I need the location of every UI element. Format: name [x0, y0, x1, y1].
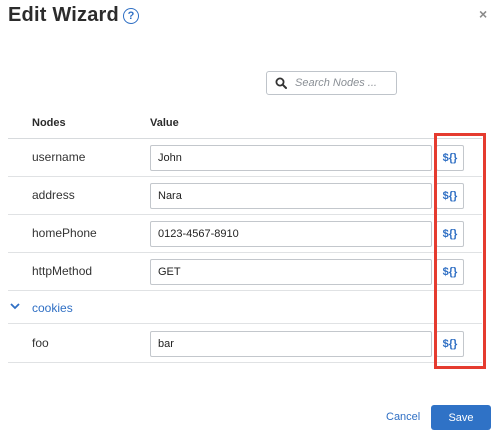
table-header: Nodes Value: [8, 110, 482, 139]
table-row: httpMethod ${}: [8, 253, 482, 291]
cancel-button[interactable]: Cancel: [386, 411, 420, 423]
node-label: address: [32, 188, 75, 202]
column-header-value: Value: [150, 117, 179, 129]
close-icon[interactable]: ×: [479, 6, 487, 22]
search-icon: [275, 77, 287, 89]
search-input[interactable]: [295, 77, 389, 89]
value-input-username[interactable]: [150, 145, 432, 171]
value-input-homephone[interactable]: [150, 221, 432, 247]
save-button[interactable]: Save: [431, 405, 491, 430]
table-row: homePhone ${}: [8, 215, 482, 253]
node-label: foo: [32, 336, 49, 350]
column-header-nodes: Nodes: [32, 117, 66, 129]
table-row: username ${}: [8, 139, 482, 177]
search-box[interactable]: [266, 71, 397, 95]
node-label: httpMethod: [32, 264, 93, 278]
table-row: foo ${}: [8, 324, 482, 363]
value-input-httpmethod[interactable]: [150, 259, 432, 285]
node-label: username: [32, 150, 86, 164]
table-row: address ${}: [8, 177, 482, 215]
group-row-cookies[interactable]: cookies: [8, 291, 482, 324]
help-icon[interactable]: ?: [123, 8, 139, 24]
value-input-address[interactable]: [150, 183, 432, 209]
node-label: homePhone: [32, 226, 97, 240]
chevron-down-icon[interactable]: [10, 303, 20, 310]
value-input-foo[interactable]: [150, 331, 432, 357]
highlight-box: [434, 133, 486, 369]
group-label[interactable]: cookies: [32, 301, 73, 315]
dialog-title: Edit Wizard: [8, 4, 119, 26]
